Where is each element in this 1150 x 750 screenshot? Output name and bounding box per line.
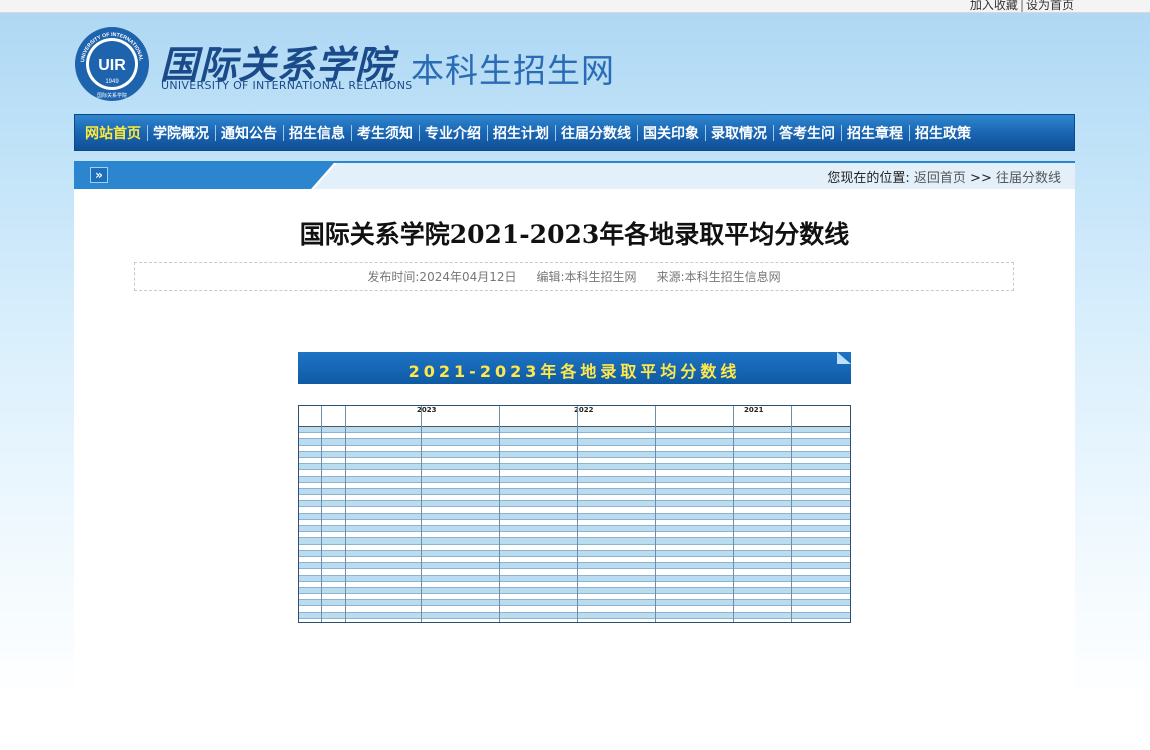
- university-logo[interactable]: UIR 1949 UNIVERSITY OF INTERNATIONAL REL…: [72, 22, 150, 102]
- table-column-line: [421, 406, 422, 622]
- breadcrumb: 您现在的位置: 返回首页 >> 往届分数线: [827, 167, 1061, 186]
- score-table-rows: [299, 427, 850, 619]
- table-column-line: [499, 406, 500, 622]
- nav-item-policies[interactable]: 招生政策: [909, 114, 977, 151]
- nav-item-majors[interactable]: 专业介绍: [419, 114, 487, 151]
- double-chevron-right-icon: »: [90, 167, 108, 183]
- score-table-image: 2021-2023年各地录取平均分数线 2023 2022 2021: [298, 352, 851, 624]
- site-name: 本科生招生网: [411, 51, 615, 90]
- svg-text:国际关系学院: 国际关系学院: [97, 92, 127, 99]
- svg-text:UIR: UIR: [98, 57, 126, 74]
- nav-item-about[interactable]: 学院概况: [147, 114, 215, 151]
- breadcrumb-separator: >>: [970, 171, 992, 186]
- nav-item-admission-plan[interactable]: 招生计划: [487, 114, 555, 151]
- top-links: 加入收藏 | 设为首页: [970, 0, 1074, 13]
- nav-item-past-scores[interactable]: 往届分数线: [555, 114, 637, 151]
- table-column-line: [321, 406, 322, 622]
- score-table-scan: 2023 2022 2021: [298, 405, 851, 623]
- nav-item-notices[interactable]: 通知公告: [215, 114, 283, 151]
- nav-item-home[interactable]: 网站首页: [79, 114, 147, 151]
- set-homepage-link[interactable]: 设为首页: [1026, 0, 1074, 13]
- publish-time: 发布时间:2024年04月12日: [367, 270, 517, 284]
- nav-item-applicant-notes[interactable]: 考生须知: [351, 114, 419, 151]
- nav-item-admission-info[interactable]: 招生信息: [283, 114, 351, 151]
- score-table-header: 2023 2022 2021: [299, 406, 850, 427]
- article-title: 国际关系学院2021-2023年各地录取平均分数线: [299, 220, 850, 249]
- article-meta: 发布时间:2024年04月12日 编辑:本科生招生网 来源:本科生招生信息网: [134, 262, 1014, 291]
- add-favorite-link[interactable]: 加入收藏: [970, 0, 1018, 13]
- table-column-line: [791, 406, 792, 622]
- main-nav: 网站首页 学院概况 通知公告 招生信息 考生须知 专业介绍 招生计划 往届分数线…: [74, 114, 1075, 151]
- score-table-banner-title: 2021-2023年各地录取平均分数线: [408, 362, 741, 381]
- article-editor: 编辑:本科生招生网: [536, 270, 637, 284]
- nav-item-impressions[interactable]: 国关印象: [637, 114, 705, 151]
- nav-item-qa[interactable]: 答考生问: [773, 114, 841, 151]
- year-label-2021: 2021: [744, 406, 764, 414]
- top-bar: 加入收藏 | 设为首页: [0, 0, 1150, 13]
- top-link-separator: |: [1019, 0, 1024, 12]
- svg-text:1949: 1949: [105, 79, 119, 85]
- location-bar: » 您现在的位置: 返回首页 >> 往届分数线: [74, 161, 1075, 189]
- university-english-name: UNIVERSITY OF INTERNATIONAL RELATIONS: [161, 79, 413, 92]
- breadcrumb-current[interactable]: 往届分数线: [996, 171, 1061, 186]
- table-column-line: [577, 406, 578, 622]
- breadcrumb-home-link[interactable]: 返回首页: [914, 171, 966, 186]
- table-column-line: [655, 406, 656, 622]
- year-label-2023: 2023: [417, 406, 437, 414]
- nav-item-regulations[interactable]: 招生章程: [841, 114, 909, 151]
- article-content: 国际关系学院2021-2023年各地录取平均分数线 发布时间:2024年04月1…: [74, 189, 1075, 750]
- location-bar-stripe: [74, 163, 334, 189]
- table-column-line: [345, 406, 346, 622]
- nav-item-admission-results[interactable]: 录取情况: [705, 114, 773, 151]
- table-row: [299, 612, 850, 619]
- table-column-line: [733, 406, 734, 622]
- breadcrumb-prefix: 您现在的位置:: [827, 171, 910, 186]
- article-source: 来源:本科生招生信息网: [656, 270, 781, 284]
